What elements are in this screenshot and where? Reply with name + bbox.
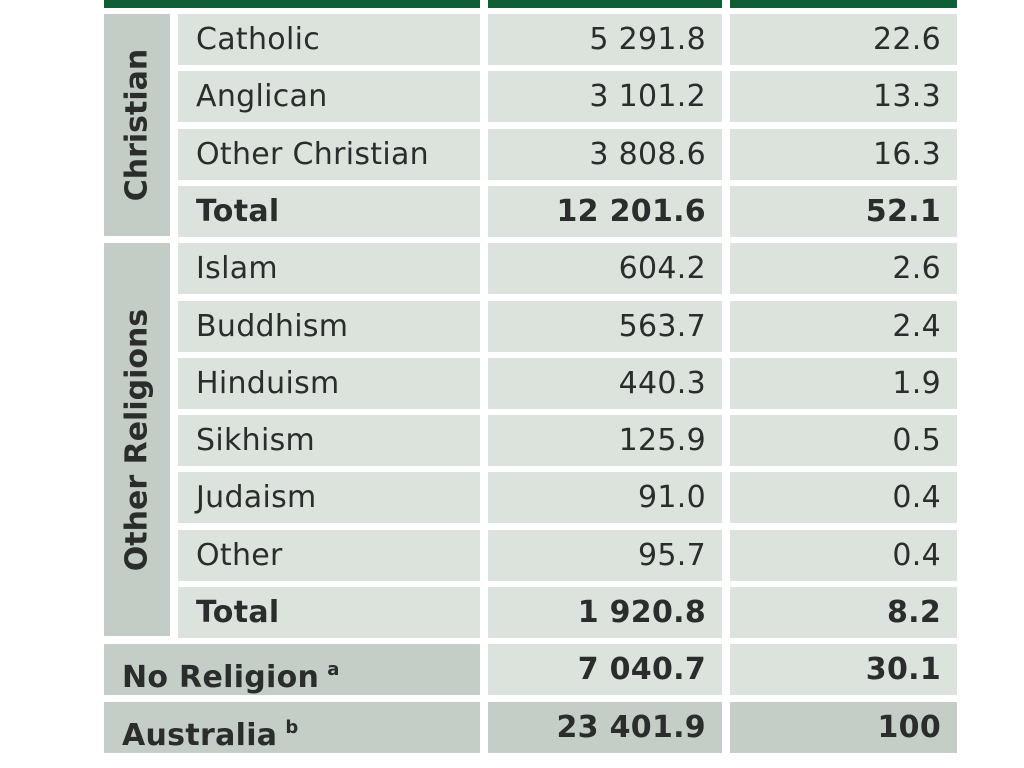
group-label-other-religions: Other Religions [104, 243, 170, 636]
row-percent: 0.4 [730, 529, 957, 581]
row-label: Catholic [178, 14, 480, 65]
summary-number: 7 040.7 [488, 644, 722, 696]
row-percent: 2.4 [730, 300, 957, 352]
row-label: Other [178, 529, 480, 581]
row-percent: 0.5 [730, 415, 957, 467]
summary-label: No Religion a [104, 644, 480, 696]
row-percent: 8.2 [730, 587, 957, 638]
row-number: 95.7 [488, 529, 722, 581]
summary-name: No Religion [122, 660, 320, 696]
row-percent: 52.1 [730, 185, 957, 237]
row-label: Judaism [178, 472, 480, 524]
row-number: 125.9 [488, 415, 722, 467]
header-bar-label [104, 0, 480, 8]
row-percent: 2.6 [730, 243, 957, 295]
group-label-christian: Christian [104, 14, 170, 236]
row-label: Hinduism [178, 357, 480, 409]
row-number: 5 291.8 [488, 14, 722, 65]
group-label-text: Christian [119, 48, 155, 202]
row-label: Other Christian [178, 128, 480, 180]
summary-name: Australia [122, 717, 278, 753]
row-percent: 22.6 [730, 14, 957, 65]
summary-percent: 100 [730, 701, 957, 753]
group-label-text: Other Religions [119, 308, 155, 571]
row-number: 604.2 [488, 243, 722, 295]
row-label: Buddhism [178, 300, 480, 352]
header-bar-number [488, 0, 722, 8]
row-number: 3 808.6 [488, 128, 722, 180]
row-number: 563.7 [488, 300, 722, 352]
summary-percent: 30.1 [730, 644, 957, 696]
row-number: 12 201.6 [488, 185, 722, 237]
row-percent: 0.4 [730, 472, 957, 524]
summary-number: 23 401.9 [488, 701, 722, 753]
row-percent: 1.9 [730, 357, 957, 409]
footnote-marker: a [327, 659, 340, 681]
row-label: Islam [178, 243, 480, 295]
row-percent: 13.3 [730, 71, 957, 123]
row-number: 1 920.8 [488, 587, 722, 638]
header-bar-percent [730, 0, 957, 8]
row-number: 3 101.2 [488, 71, 722, 123]
row-label: Total [178, 185, 480, 237]
row-percent: 16.3 [730, 128, 957, 180]
row-label: Sikhism [178, 415, 480, 467]
summary-label: Australia b [104, 701, 480, 753]
row-label: Total [178, 587, 480, 638]
row-label: Anglican [178, 71, 480, 123]
row-number: 440.3 [488, 357, 722, 409]
row-number: 91.0 [488, 472, 722, 524]
footnote-marker: b [285, 716, 299, 738]
